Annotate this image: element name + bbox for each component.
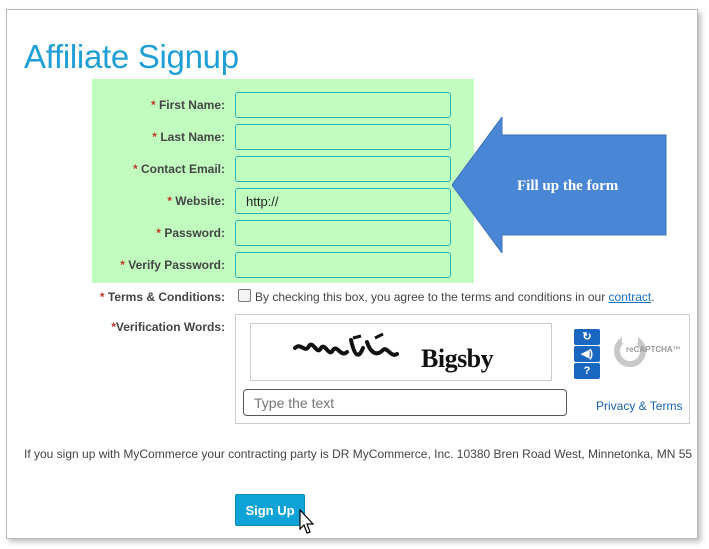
verification-label: *Verification Words: [111,320,225,334]
terms-checkbox[interactable] [238,289,251,302]
verify-password-label: * Verify Password: [120,258,225,272]
contract-notice: If you sign up with MyCommerce your cont… [24,447,693,461]
contact-email-field[interactable] [235,156,451,182]
terms-label: * Terms & Conditions: [99,290,225,304]
mouse-cursor-icon [299,509,315,534]
captcha-widget: Bigsby ↻ ◀) ? reCAPTCHA™ Privacy & Terms [235,314,690,424]
captcha-image: Bigsby [250,323,552,381]
page-title: Affiliate Signup [24,38,239,75]
last-name-field[interactable] [235,124,451,150]
privacy-terms-link[interactable]: Privacy & Terms [596,399,682,413]
audio-icon[interactable]: ◀) [574,346,600,362]
sign-up-button[interactable]: Sign Up [235,494,305,526]
first-name-field[interactable] [235,92,451,118]
callout-text: Fill up the form [517,178,619,194]
recaptcha-logo: reCAPTCHA™ [612,331,682,371]
website-label: * Website: [167,194,225,208]
captcha-input[interactable] [243,389,567,416]
captcha-word: Bigsby [421,344,494,373]
first-name-label: * First Name: [150,98,225,112]
captcha-distorted-word-image [293,332,399,357]
password-label: * Password: [156,226,225,240]
help-icon[interactable]: ? [574,363,600,379]
terms-text: By checking this box, you agree to the t… [255,290,655,304]
last-name-label: * Last Name: [152,130,225,144]
contact-email-label: * Contact Email: [132,162,225,176]
page-frame: Affiliate Signup * First Name: * Last Na… [6,9,698,539]
refresh-icon[interactable]: ↻ [574,329,600,345]
verify-password-field[interactable] [235,252,451,278]
password-field[interactable] [235,220,451,246]
website-field[interactable] [235,188,451,214]
contract-link[interactable]: contract [609,290,652,304]
